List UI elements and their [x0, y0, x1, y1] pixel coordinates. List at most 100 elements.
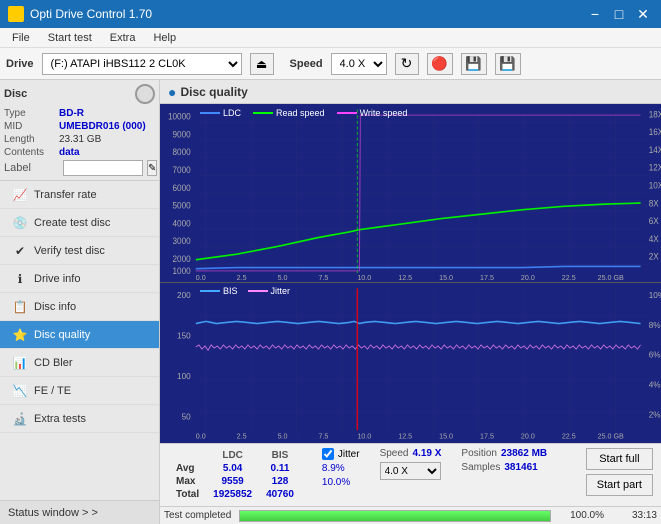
jitter-row: Jitter — [322, 448, 360, 460]
drive-select[interactable]: (F:) ATAPI iHBS112 2 CL0K — [42, 53, 242, 75]
svg-text:25.0 GB: 25.0 GB — [598, 432, 624, 441]
bis-color — [200, 290, 220, 292]
nav-items: 📈 Transfer rate 💿 Create test disc ✔ Ver… — [0, 181, 159, 500]
charts-container: LDC Read speed Write speed — [160, 104, 661, 524]
eject-button[interactable]: ⏏ — [250, 53, 274, 75]
transfer-rate-icon: 📈 — [12, 187, 28, 203]
svg-text:10.0: 10.0 — [357, 272, 371, 281]
svg-text:3000: 3000 — [173, 236, 191, 246]
svg-text:8000: 8000 — [173, 147, 191, 157]
stats-row-avg: Avg 5.04 0.11 — [170, 463, 300, 474]
maximize-button[interactable]: □ — [609, 4, 629, 24]
disc-length-value: 23.31 GB — [59, 134, 101, 145]
stats-avg-bis: 0.11 — [260, 463, 300, 474]
app-title: Opti Drive Control 1.70 — [30, 7, 152, 21]
speed-select-stats[interactable]: 4.0 X — [380, 462, 442, 480]
svg-text:10%: 10% — [649, 290, 661, 300]
nav-create-test-disc[interactable]: 💿 Create test disc — [0, 209, 159, 237]
toolbar-icon-btn-1[interactable]: 🔴 — [427, 53, 453, 75]
progress-fill — [240, 511, 550, 521]
svg-text:10X: 10X — [649, 180, 661, 190]
top-chart: LDC Read speed Write speed — [160, 104, 661, 283]
stats-max-bis: 128 — [260, 476, 300, 487]
disc-mid-row: MID UMEBDR016 (000) — [4, 121, 155, 132]
svg-text:100: 100 — [177, 371, 191, 381]
toolbar-icon-btn-2[interactable]: 💾 — [461, 53, 487, 75]
main-content: Disc Type BD-R MID UMEBDR016 (000) Lengt… — [0, 80, 661, 524]
minimize-button[interactable]: − — [585, 4, 605, 24]
titlebar-title: Opti Drive Control 1.70 — [8, 6, 152, 22]
svg-text:7000: 7000 — [173, 165, 191, 175]
svg-text:12.5: 12.5 — [398, 272, 412, 281]
stats-max-label: Max — [170, 476, 205, 487]
disc-icon — [135, 84, 155, 104]
nav-transfer-rate-label: Transfer rate — [34, 189, 97, 201]
position-section: Position 23862 MB Samples 381461 — [461, 448, 547, 473]
speed-row: Speed 4.19 X — [380, 448, 442, 459]
stats-bar: LDC BIS Avg 5.04 0.11 Max — [160, 443, 661, 506]
nav-verify-test-disc-label: Verify test disc — [34, 245, 105, 257]
nav-disc-info[interactable]: 📋 Disc info — [0, 293, 159, 321]
chart-top-legend: LDC Read speed Write speed — [200, 108, 407, 118]
toolbar-icon-btn-3[interactable]: 💾 — [495, 53, 521, 75]
jitter-checkbox[interactable] — [322, 448, 334, 460]
speed-select[interactable]: 4.0 X — [331, 53, 387, 75]
ldc-color — [200, 112, 220, 114]
speed-refresh-button[interactable]: ↻ — [395, 53, 419, 75]
speed-label: Speed — [290, 58, 323, 70]
jitter-max-val: 10.0% — [322, 477, 350, 488]
nav-create-test-disc-label: Create test disc — [34, 217, 110, 229]
svg-text:5.0: 5.0 — [278, 432, 288, 441]
menu-help[interactable]: Help — [145, 30, 184, 46]
nav-cd-bler[interactable]: 📊 CD Bler — [0, 349, 159, 377]
svg-text:15.0: 15.0 — [439, 432, 453, 441]
status-window-button[interactable]: Status window > > — [0, 500, 159, 524]
titlebar: Opti Drive Control 1.70 − □ ✕ — [0, 0, 661, 28]
nav-verify-test-disc[interactable]: ✔ Verify test disc — [0, 237, 159, 265]
nav-extra-tests[interactable]: 🔬 Extra tests — [0, 405, 159, 433]
menu-extra[interactable]: Extra — [102, 30, 144, 46]
svg-text:2X: 2X — [649, 251, 659, 261]
disc-panel: Disc Type BD-R MID UMEBDR016 (000) Lengt… — [0, 80, 159, 181]
top-chart-svg: 10000 9000 8000 7000 6000 5000 4000 3000… — [160, 104, 661, 282]
menu-start-test[interactable]: Start test — [40, 30, 100, 46]
disc-contents-label: Contents — [4, 147, 59, 158]
extra-tests-icon: 🔬 — [12, 411, 28, 427]
stats-avg-ldc: 5.04 — [207, 463, 258, 474]
disc-length-label: Length — [4, 134, 59, 145]
disc-label-button[interactable]: ✎ — [147, 160, 157, 176]
disc-label-input[interactable] — [63, 160, 143, 176]
svg-text:50: 50 — [182, 411, 191, 421]
svg-text:25.0 GB: 25.0 GB — [598, 272, 624, 281]
svg-text:0.0: 0.0 — [196, 432, 206, 441]
jitter-label: Jitter — [338, 449, 360, 460]
legend-ldc: LDC — [200, 108, 241, 118]
stats-buttons-section: Start full Start part — [586, 448, 653, 496]
nav-transfer-rate[interactable]: 📈 Transfer rate — [0, 181, 159, 209]
svg-text:150: 150 — [177, 330, 191, 340]
svg-text:12X: 12X — [649, 162, 661, 172]
samples-label: Samples — [461, 462, 500, 473]
disc-quality-icon: ⭐ — [12, 327, 28, 343]
start-full-button[interactable]: Start full — [586, 448, 653, 470]
nav-fe-te[interactable]: 📉 FE / TE — [0, 377, 159, 405]
stats-table-section: LDC BIS Avg 5.04 0.11 Max — [168, 448, 302, 502]
svg-text:6000: 6000 — [173, 182, 191, 192]
svg-text:8%: 8% — [649, 320, 661, 330]
create-test-disc-icon: 💿 — [12, 215, 28, 231]
nav-disc-quality[interactable]: ⭐ Disc quality — [0, 321, 159, 349]
drive-label: Drive — [6, 58, 34, 70]
nav-disc-info-label: Disc info — [34, 301, 76, 313]
disc-label-label: Label — [4, 162, 59, 174]
menu-file[interactable]: File — [4, 30, 38, 46]
svg-text:4%: 4% — [649, 379, 661, 389]
svg-text:2.5: 2.5 — [237, 432, 247, 441]
close-button[interactable]: ✕ — [633, 4, 653, 24]
chart-area: ● Disc quality LDC Read speed — [160, 80, 661, 524]
stats-col-ldc: LDC — [207, 450, 258, 461]
start-part-button[interactable]: Start part — [586, 474, 653, 496]
svg-text:4000: 4000 — [173, 218, 191, 228]
disc-type-row: Type BD-R — [4, 108, 155, 119]
svg-text:2000: 2000 — [173, 254, 191, 264]
nav-drive-info[interactable]: ℹ Drive info — [0, 265, 159, 293]
